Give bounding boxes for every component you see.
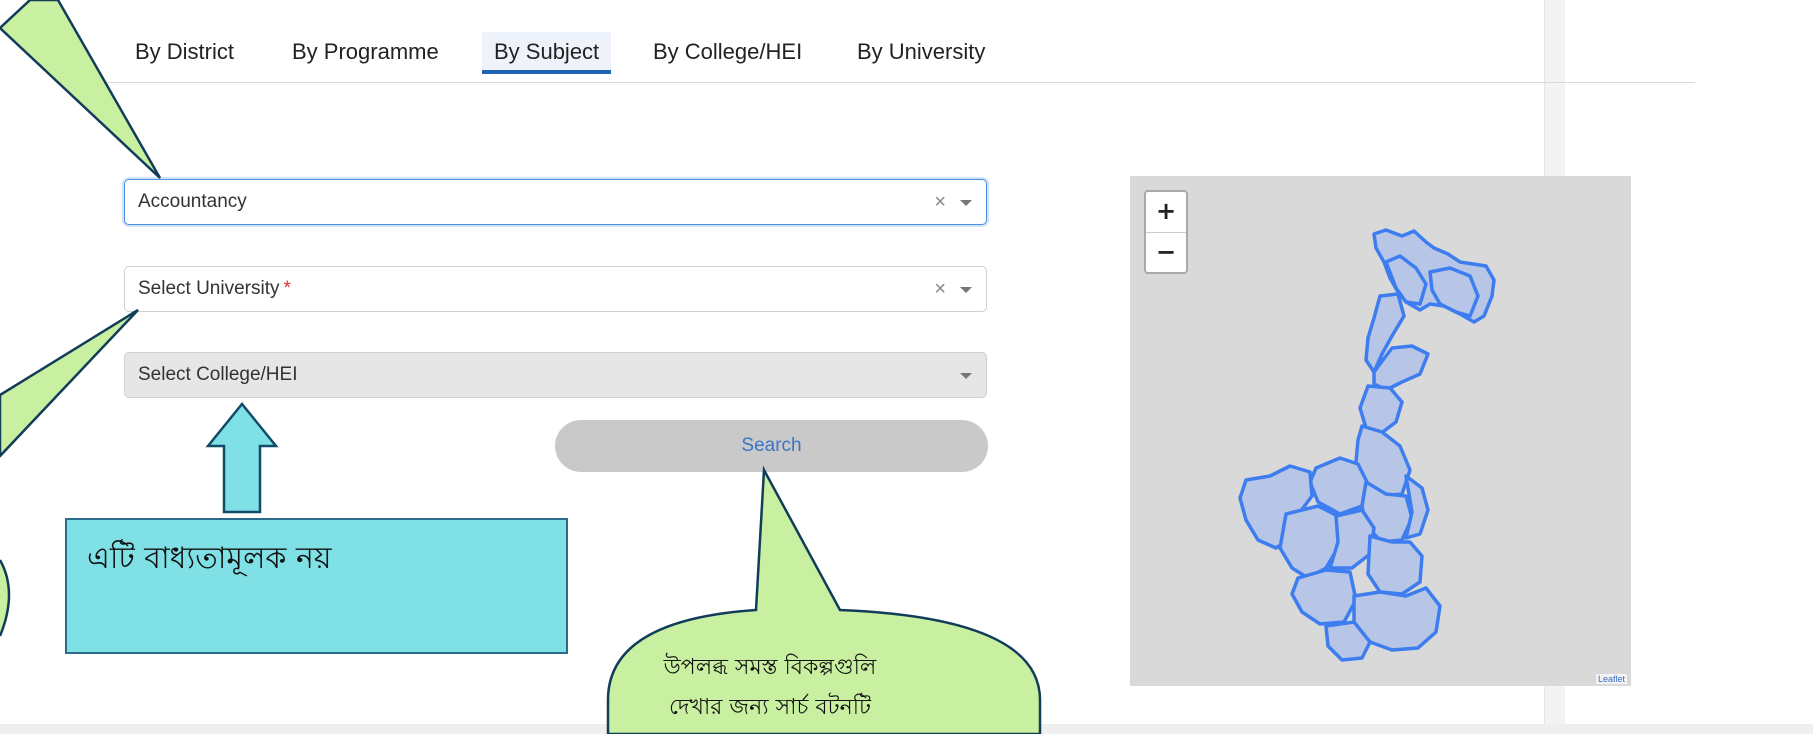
tab-by-district[interactable]: By District: [123, 32, 246, 74]
west-bengal-map-shape: [1238, 228, 1496, 662]
college-optional-note-text: এটি বাধ্যতামূলক নয়: [87, 541, 332, 576]
university-select-placeholder: Select University *: [138, 278, 291, 299]
search-note-line-1: উপলব্ধ সমস্ত বিকল্পগুলি: [663, 655, 877, 680]
search-button[interactable]: Search: [555, 420, 988, 472]
tab-bar: By District By Programme By Subject By C…: [95, 22, 1695, 83]
tab-by-subject[interactable]: By Subject: [482, 32, 612, 74]
search-note-line-2: দেখার জন্য সার্চ বটনটি: [668, 695, 871, 720]
required-marker: *: [283, 278, 291, 299]
subject-clear-icon[interactable]: ×: [934, 180, 946, 224]
university-chevron-down-icon[interactable]: [960, 287, 972, 293]
college-chevron-down-icon[interactable]: [960, 373, 972, 379]
zoom-control: + −: [1144, 190, 1188, 274]
tab-by-programme[interactable]: By Programme: [280, 32, 451, 74]
subject-select[interactable]: Accountancy ×: [124, 179, 987, 225]
college-select-placeholder: Select College/HEI: [138, 364, 298, 385]
search-note-text: উপলব্ধ সমস্ত বিকল্পগুলি দেখার জন্য সার্চ…: [640, 648, 900, 728]
map-attribution[interactable]: Leaflet: [1595, 674, 1627, 684]
zoom-out-button[interactable]: −: [1146, 233, 1186, 273]
district-map[interactable]: + − Leaflet: [1130, 176, 1631, 686]
page-bottom-strip: [0, 724, 1813, 734]
tab-by-college[interactable]: By College/HEI: [641, 32, 814, 74]
college-select[interactable]: Select College/HEI: [124, 352, 987, 398]
subject-chevron-down-icon[interactable]: [960, 200, 972, 206]
college-optional-note: এটি বাধ্যতামূলক নয়: [65, 518, 568, 654]
subject-select-value: Accountancy: [138, 191, 247, 212]
tab-by-university[interactable]: By University: [845, 32, 997, 74]
university-select[interactable]: Select University * ×: [124, 266, 987, 312]
zoom-in-button[interactable]: +: [1146, 192, 1186, 233]
callout-bubble-left-edge: [0, 559, 11, 637]
university-clear-icon[interactable]: ×: [934, 267, 946, 311]
